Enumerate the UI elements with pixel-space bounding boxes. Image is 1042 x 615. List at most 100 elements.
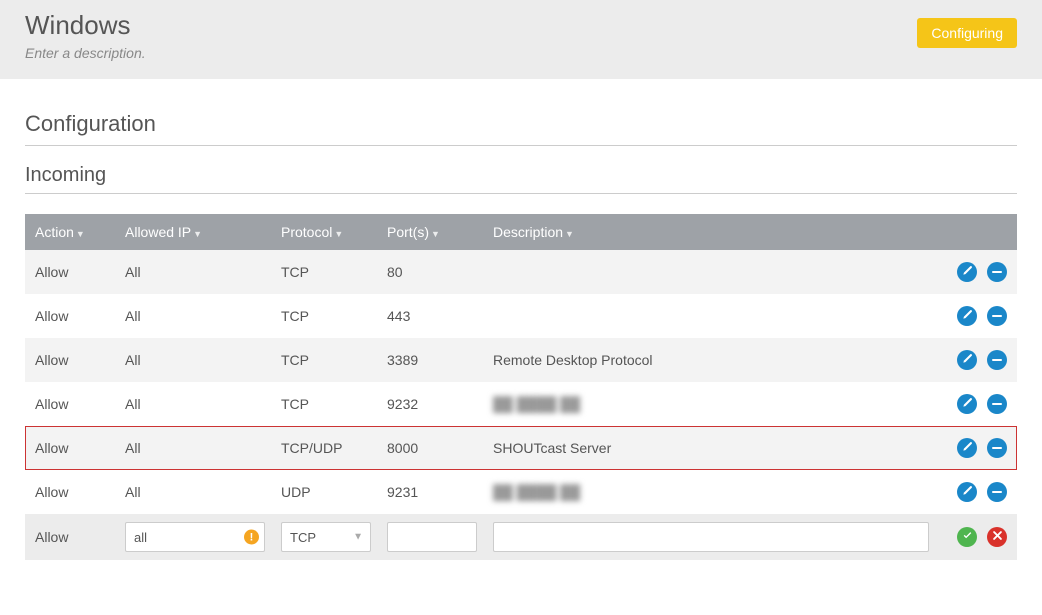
- column-header-action[interactable]: Action▼: [25, 214, 117, 250]
- table-row: AllowAllUDP9231██ ████ ██: [25, 470, 1017, 514]
- edit-button[interactable]: [957, 306, 977, 326]
- minus-icon: [992, 403, 1002, 406]
- check-icon: [962, 530, 973, 544]
- pencil-icon: [962, 353, 973, 367]
- edit-button[interactable]: [957, 482, 977, 502]
- column-header-protocol[interactable]: Protocol▼: [273, 214, 379, 250]
- subsection-title: Incoming: [25, 164, 1017, 194]
- cancel-button[interactable]: [987, 527, 1007, 547]
- cell-protocol: TCP/UDP: [273, 426, 379, 470]
- ports-input[interactable]: [387, 522, 477, 552]
- remove-button[interactable]: [987, 482, 1007, 502]
- cell-protocol: TCP: [273, 294, 379, 338]
- table-row: AllowAllTCP/UDP8000SHOUTcast Server: [25, 426, 1017, 470]
- header-bar: Windows Enter a description. Configuring: [0, 0, 1042, 79]
- status-badge: Configuring: [917, 18, 1017, 48]
- cell-protocol: UDP: [273, 470, 379, 514]
- cell-action: Allow: [25, 294, 117, 338]
- cell-action: Allow: [25, 250, 117, 294]
- cell-ip: All: [117, 382, 273, 426]
- page-subtitle: Enter a description.: [25, 45, 146, 61]
- header-left: Windows Enter a description.: [25, 10, 146, 61]
- table-row: AllowAllTCP9232██ ████ ██: [25, 382, 1017, 426]
- cell-description: [485, 294, 937, 338]
- cell-protocol-input: ▼: [273, 514, 379, 560]
- pencil-icon: [962, 265, 973, 279]
- minus-icon: [992, 271, 1002, 274]
- cell-ports: 9232: [379, 382, 485, 426]
- column-header-description[interactable]: Description▼: [485, 214, 937, 250]
- pencil-icon: [962, 309, 973, 323]
- table-row: AllowAllTCP443: [25, 294, 1017, 338]
- cell-action: Allow: [25, 382, 117, 426]
- cell-action: Allow: [25, 470, 117, 514]
- sort-icon: ▼: [334, 229, 343, 239]
- cell-ports: 3389: [379, 338, 485, 382]
- cell-ports: 8000: [379, 426, 485, 470]
- cell-ip-input: !: [117, 514, 273, 560]
- cell-action: Allow: [25, 514, 117, 560]
- cell-row-actions: [937, 294, 1017, 338]
- column-header-ip-label: Allowed IP: [125, 224, 191, 240]
- cell-action: Allow: [25, 426, 117, 470]
- column-header-protocol-label: Protocol: [281, 224, 332, 240]
- cell-row-actions: [937, 382, 1017, 426]
- column-header-ports[interactable]: Port(s)▼: [379, 214, 485, 250]
- cell-ip: All: [117, 426, 273, 470]
- cell-ip: All: [117, 470, 273, 514]
- edit-button[interactable]: [957, 350, 977, 370]
- minus-icon: [992, 491, 1002, 494]
- protocol-select[interactable]: [281, 522, 371, 552]
- pencil-icon: [962, 485, 973, 499]
- cell-description: SHOUTcast Server: [485, 426, 937, 470]
- x-icon: [992, 530, 1003, 544]
- sort-icon: ▼: [565, 229, 574, 239]
- column-header-actions: [937, 214, 1017, 250]
- pencil-icon: [962, 397, 973, 411]
- cell-ports: 9231: [379, 470, 485, 514]
- table-row: AllowAllTCP3389Remote Desktop Protocol: [25, 338, 1017, 382]
- cell-row-actions: [937, 426, 1017, 470]
- edit-button[interactable]: [957, 394, 977, 414]
- remove-button[interactable]: [987, 394, 1007, 414]
- column-header-ports-label: Port(s): [387, 224, 429, 240]
- new-rule-row: Allow! ▼: [25, 514, 1017, 560]
- cell-ports: 443: [379, 294, 485, 338]
- minus-icon: [992, 359, 1002, 362]
- cell-description-input: [485, 514, 937, 560]
- edit-button[interactable]: [957, 438, 977, 458]
- edit-button[interactable]: [957, 262, 977, 282]
- cell-ip: All: [117, 250, 273, 294]
- cell-row-actions: [937, 338, 1017, 382]
- sort-icon: ▼: [431, 229, 440, 239]
- cell-ports: 80: [379, 250, 485, 294]
- cell-ip: All: [117, 338, 273, 382]
- page-title: Windows: [25, 10, 146, 41]
- column-header-ip[interactable]: Allowed IP▼: [117, 214, 273, 250]
- warning-icon: !: [244, 530, 259, 545]
- cell-ports-input: [379, 514, 485, 560]
- remove-button[interactable]: [987, 350, 1007, 370]
- table-row: AllowAllTCP80: [25, 250, 1017, 294]
- cell-description: [485, 250, 937, 294]
- cell-protocol: TCP: [273, 250, 379, 294]
- cell-description: ██ ████ ██: [485, 382, 937, 426]
- rules-table: Action▼ Allowed IP▼ Protocol▼ Port(s)▼ D…: [25, 214, 1017, 560]
- cell-description: Remote Desktop Protocol: [485, 338, 937, 382]
- remove-button[interactable]: [987, 306, 1007, 326]
- column-header-action-label: Action: [35, 224, 74, 240]
- remove-button[interactable]: [987, 438, 1007, 458]
- cell-row-actions: [937, 250, 1017, 294]
- description-input[interactable]: [493, 522, 929, 552]
- column-header-description-label: Description: [493, 224, 563, 240]
- remove-button[interactable]: [987, 262, 1007, 282]
- cell-description: ██ ████ ██: [485, 470, 937, 514]
- minus-icon: [992, 447, 1002, 450]
- cell-ip: All: [117, 294, 273, 338]
- cell-protocol: TCP: [273, 338, 379, 382]
- confirm-button[interactable]: [957, 527, 977, 547]
- content: Configuration Incoming Action▼ Allowed I…: [0, 79, 1042, 600]
- cell-row-actions: [937, 514, 1017, 560]
- sort-icon: ▼: [193, 229, 202, 239]
- cell-protocol: TCP: [273, 382, 379, 426]
